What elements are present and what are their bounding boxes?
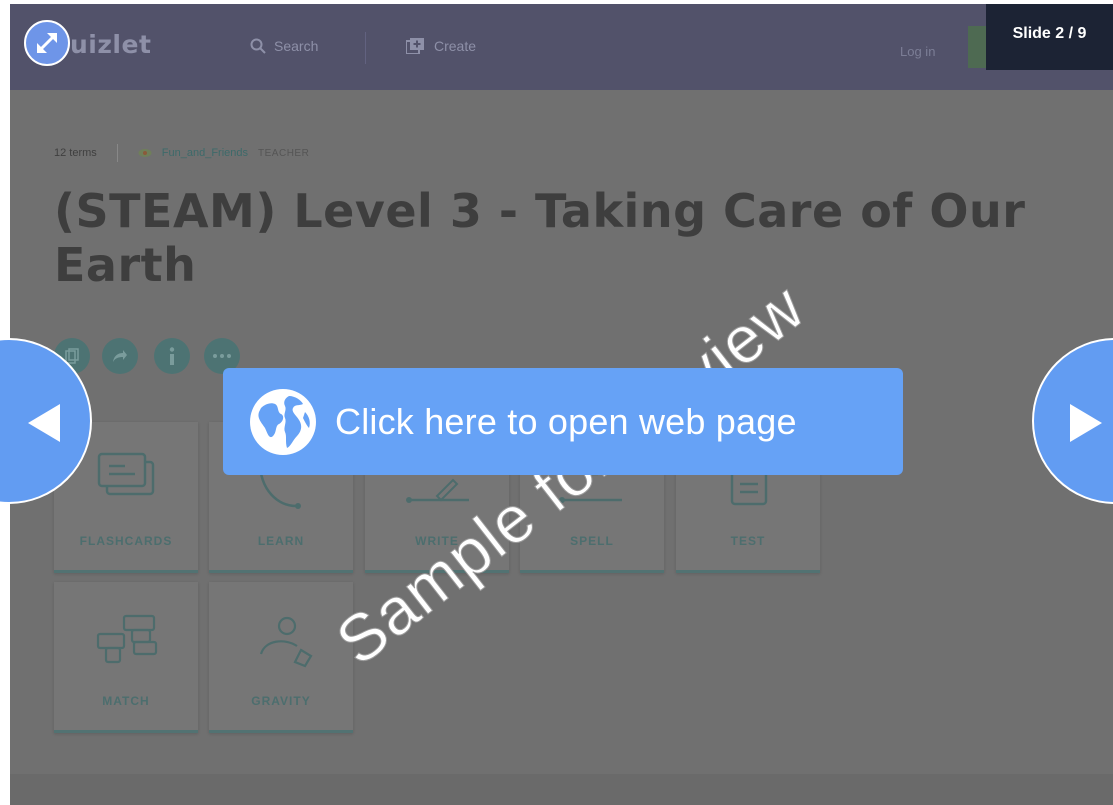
info-icon <box>154 338 190 374</box>
study-card-match: MATCH <box>54 582 198 733</box>
expand-arrows-icon <box>37 33 57 53</box>
triangle-left-icon <box>28 404 60 442</box>
match-icon <box>54 610 198 670</box>
role-badge: TEACHER <box>258 147 310 159</box>
study-card-label: MATCH <box>102 694 150 708</box>
user-avatar-icon <box>138 149 152 157</box>
quizlet-logo: uizlet <box>70 30 152 59</box>
gravity-icon <box>209 610 353 670</box>
study-card-label: GRAVITY <box>251 694 311 708</box>
quizlet-header: uizlet Search Create Log in <box>10 4 1113 90</box>
globe-icon <box>250 388 316 455</box>
open-web-page-button[interactable]: Click here to open web page <box>223 368 903 475</box>
expand-button[interactable] <box>24 20 70 66</box>
set-meta: 12 terms Fun_and_Friends TEACHER <box>54 144 309 162</box>
study-card-label: FLASHCARDS <box>79 534 173 548</box>
search-icon <box>250 38 266 54</box>
create-icon <box>406 38 424 54</box>
triangle-right-icon <box>1070 404 1102 442</box>
page-footer-band <box>10 774 1113 805</box>
header-divider <box>365 32 366 64</box>
create-label: Create <box>434 38 477 54</box>
set-title: (STEAM) Level 3 - Taking Care of Our Ear… <box>54 184 1026 292</box>
quizlet-create: Create <box>406 38 476 54</box>
study-card-gravity: GRAVITY <box>209 582 353 733</box>
login-link: Log in <box>900 44 936 59</box>
username: Fun_and_Friends <box>161 147 249 159</box>
share-icon <box>102 338 138 374</box>
term-count: 12 terms <box>54 147 97 159</box>
study-card-label: WRITE <box>415 534 459 548</box>
slide-counter: Slide 2 / 9 <box>986 4 1113 70</box>
study-card-label: TEST <box>730 534 766 548</box>
presentation-viewer: uizlet Search Create Log in 12 terms Fun… <box>0 0 1113 805</box>
open-web-page-label: Click here to open web page <box>335 400 797 442</box>
study-card-label: SPELL <box>570 534 614 548</box>
meta-divider <box>116 144 118 162</box>
search-label: Search <box>274 38 319 54</box>
study-card-label: LEARN <box>257 534 305 548</box>
quizlet-search: Search <box>250 38 318 54</box>
